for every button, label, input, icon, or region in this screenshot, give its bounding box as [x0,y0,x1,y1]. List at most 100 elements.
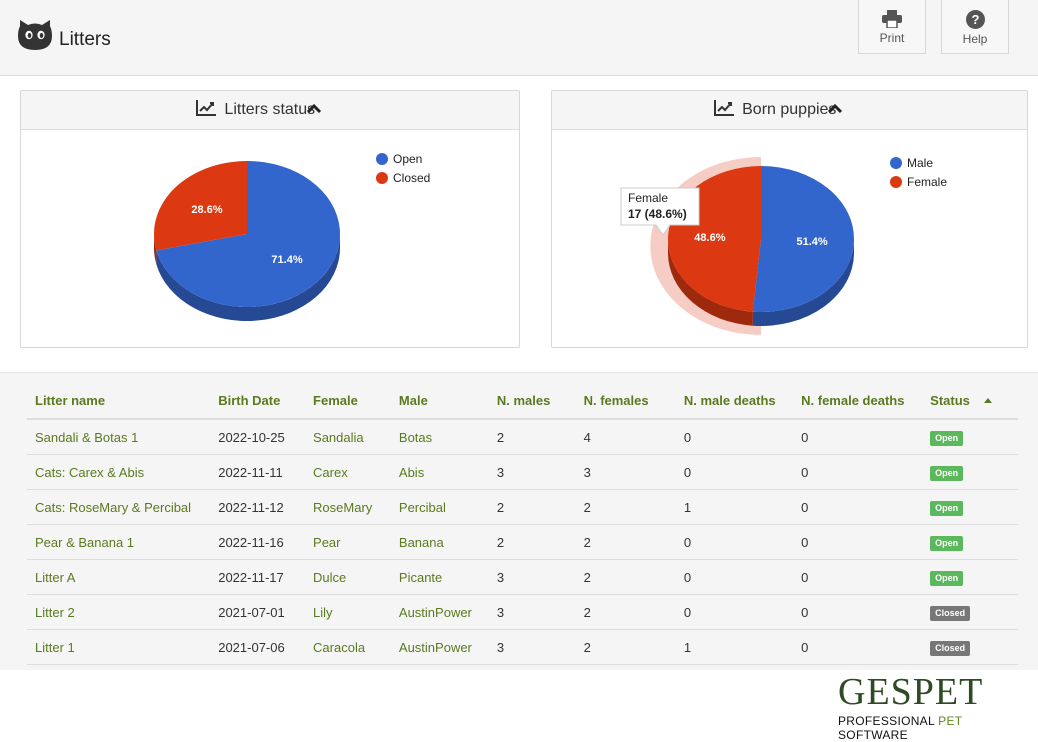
legend-marker [376,153,388,165]
legend-label[interactable]: Closed [393,171,430,185]
brand-tagline: PROFESSIONAL PET SOFTWARE [838,714,1033,742]
cell-n-male-deaths: 0 [675,559,794,595]
cell-birth-date: 2022-11-17 [210,559,306,595]
cell-n-female-deaths: 0 [793,419,923,455]
cell-female[interactable]: Pear [305,524,391,560]
born-puppies-chart: 51.4% 48.6% Male Female Female 17 (48.6%) [620,156,947,335]
column-header-n-males[interactable]: N. males [488,383,576,420]
table-row[interactable]: Cats: RoseMary & Percibal 2022-11-12 RoseM… [27,489,1018,525]
tooltip-label: Female [628,191,668,205]
table-header-row: Litter name Birth Date Female Male N. males N… [27,383,1018,420]
cell-n-females: 2 [575,629,676,665]
cell-litter-name[interactable]: Pear & Banana 1 [27,524,211,560]
cell-birth-date: 2022-10-25 [210,419,306,455]
cell-male[interactable]: AustinPower [390,594,489,630]
column-header-label: N. females [583,393,649,408]
cell-n-females: 2 [575,594,676,630]
column-header-n-male-deaths[interactable]: N. male deaths [675,383,794,420]
cell-litter-name[interactable]: Cats: RoseMary & Percibal [27,489,211,525]
cell-male[interactable]: Picante [390,559,489,595]
cell-female[interactable]: Lily [305,594,391,630]
cell-female[interactable]: Carex [305,454,391,490]
cell-n-males: 3 [488,594,576,630]
chevron-up-icon[interactable] [827,102,843,114]
status-cell: Closed [922,594,1018,630]
column-header-label: N. female deaths [801,393,905,408]
cell-male[interactable]: Botas [390,419,489,455]
cell-female[interactable]: Dulce [305,559,391,595]
table-row[interactable]: Litter 1 2021-07-06 Caracola AustinPower 3 2 1… [27,629,1018,665]
brand-tagline-c: SOFTWARE [838,728,908,742]
cell-litter-name[interactable]: Cats: Carex & Abis [27,454,211,490]
print-button[interactable]: Print [858,0,926,54]
column-header-n-female-deaths[interactable]: N. female deaths [793,383,923,420]
status-badge: Open [930,430,964,446]
table-row[interactable]: Litter 2 2021-07-01 Lily AustinPower 3 2 0 0 Clo… [27,594,1018,630]
column-header-label: Status [930,393,970,408]
panel-title: Born puppies [742,101,837,118]
cell-n-males: 3 [488,629,576,665]
column-header-label: N. male deaths [683,393,776,408]
status-cell: Open [922,524,1018,560]
column-header-male[interactable]: Male [390,383,489,420]
slice-label: 28.6% [191,204,222,216]
brand-tagline-a: PROFESSIONAL [838,714,939,728]
cell-n-male-deaths: 1 [675,629,794,665]
cell-n-male-deaths: 0 [675,419,794,455]
cell-female[interactable]: RoseMary [305,489,391,525]
cell-female[interactable]: Caracola [305,629,391,665]
column-header-label: Birth Date [218,393,281,408]
cell-n-females: 3 [575,454,676,490]
slice-label: 71.4% [271,254,302,266]
cell-male[interactable]: Banana [390,524,489,560]
column-header-label: N. males [496,393,551,408]
status-cell: Open [922,489,1018,525]
panel-header: Litters status [21,91,519,130]
table-row[interactable]: Litter A 2022-11-17 Dulce Picante 3 2 0 0 Open [27,559,1018,595]
cell-litter-name[interactable]: Litter A [27,559,211,595]
status-badge: Open [930,570,964,586]
column-header-label: Litter name [35,393,106,408]
cell-female[interactable]: Sandalia [305,419,391,455]
cell-n-females: 2 [575,524,676,560]
cell-n-female-deaths: 0 [793,454,923,490]
line-chart-icon [196,99,217,116]
cat-logo-icon [18,20,52,50]
brand-logo: GESPET PROFESSIONAL PET SOFTWARE [838,672,1033,742]
help-label: Help [962,32,988,46]
cell-n-males: 3 [488,559,576,595]
chevron-up-icon[interactable] [306,102,322,114]
column-header-n-females[interactable]: N. females [575,383,676,420]
status-badge: Open [930,500,964,516]
cell-litter-name[interactable]: Litter 2 [27,594,211,630]
cell-male[interactable]: AustinPower [390,629,489,665]
legend-label[interactable]: Male [907,156,933,170]
help-button[interactable]: ? Help [941,0,1009,54]
cell-n-female-deaths: 0 [793,594,923,630]
table-row[interactable]: Cats: Carex & Abis 2022-11-11 Carex Abis 3 3 0… [27,454,1018,490]
page-header: Litters Print ? Help [0,0,1038,76]
column-header-label: Female [313,393,358,408]
legend-label[interactable]: Open [393,152,422,166]
column-header-litter-name[interactable]: Litter name [27,383,211,420]
table-row[interactable]: Sandali & Botas 1 2022-10-25 Sandalia Botas… [27,419,1018,455]
cell-n-male-deaths: 1 [675,489,794,525]
litters-status-panel: Litters status 71.4% 28.6% Open Closed [20,90,520,348]
sort-ascending-icon[interactable] [983,398,992,403]
slice-label: 48.6% [694,232,725,244]
status-cell: Open [922,419,1018,455]
cell-n-female-deaths: 0 [793,524,923,560]
column-header-birth-date[interactable]: Birth Date [210,383,306,420]
column-header-female[interactable]: Female [305,383,391,420]
cell-n-males: 2 [488,489,576,525]
legend-label[interactable]: Female [907,175,947,189]
cell-male[interactable]: Percibal [390,489,489,525]
cell-litter-name[interactable]: Sandali & Botas 1 [27,419,211,455]
page-title: Litters [59,29,111,50]
cell-male[interactable]: Abis [390,454,489,490]
column-header-status[interactable]: Status [922,383,1018,420]
table-row[interactable]: Pear & Banana 1 2022-11-16 Pear Banana 2 2 0 0 O… [27,524,1018,560]
cell-n-male-deaths: 0 [675,454,794,490]
cell-litter-name[interactable]: Litter 1 [27,629,211,665]
cell-n-females: 2 [575,489,676,525]
